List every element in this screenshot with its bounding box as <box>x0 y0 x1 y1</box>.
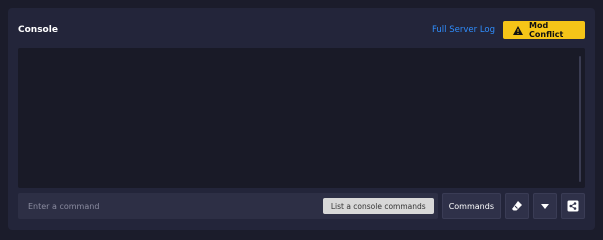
full-server-log-link[interactable]: Full Server Log <box>432 25 495 35</box>
mod-conflict-button[interactable]: Mod Conflict <box>503 21 585 39</box>
share-button[interactable] <box>561 193 585 219</box>
header-actions: Full Server Log Mod Conflict <box>432 21 585 39</box>
console-header: Console Full Server Log Mod Conflict <box>18 20 585 40</box>
dropdown-button[interactable] <box>533 193 557 219</box>
clear-console-button[interactable] <box>505 193 529 219</box>
command-input[interactable] <box>26 200 317 212</box>
chevron-down-icon <box>541 203 549 209</box>
console-output[interactable] <box>18 48 585 188</box>
commands-button[interactable]: Commands <box>441 193 501 219</box>
eraser-icon <box>511 200 523 212</box>
command-bar: List a console commands Commands <box>18 193 585 219</box>
console-panel: Console Full Server Log Mod Conflict Lis… <box>8 8 595 230</box>
command-input-container: List a console commands <box>18 193 438 219</box>
console-scrollbar[interactable] <box>579 56 581 182</box>
console-title: Console <box>18 25 58 35</box>
warning-icon <box>513 25 523 35</box>
list-console-commands-button[interactable]: List a console commands <box>322 198 434 214</box>
mod-conflict-label: Mod Conflict <box>529 21 564 39</box>
share-icon <box>567 200 579 212</box>
